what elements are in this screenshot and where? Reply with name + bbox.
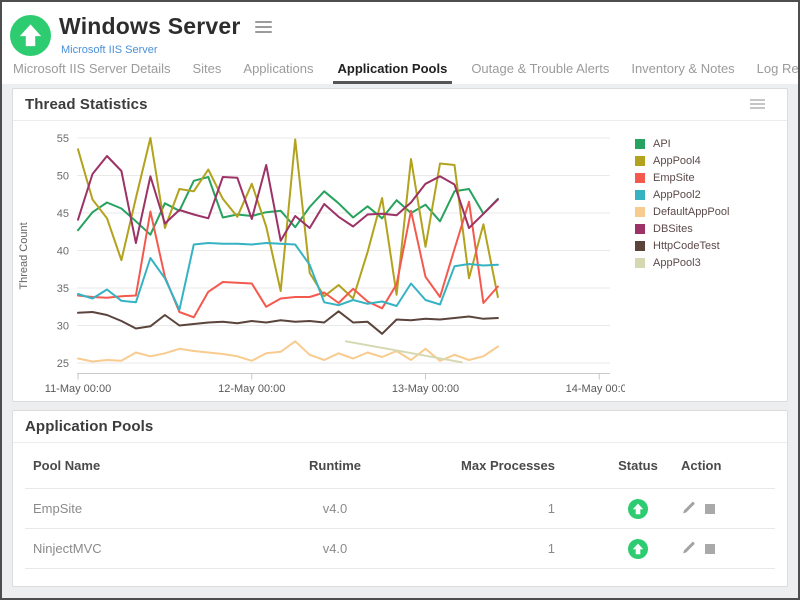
edit-pencil-icon[interactable] <box>681 541 696 556</box>
application-pools-panel: Application Pools Pool NameRuntimeMax Pr… <box>12 410 788 587</box>
legend-swatch-icon <box>635 224 645 234</box>
table-row: NinjectMVCv4.01 <box>25 529 775 569</box>
column-header-status: Status <box>605 458 671 473</box>
legend-item-AppPool4[interactable]: AppPool4 <box>635 152 729 169</box>
chart-menu-icon[interactable] <box>750 97 765 111</box>
legend-swatch-icon <box>635 241 645 251</box>
x-tick-label: 11-May 00:00 <box>45 383 111 395</box>
y-tick-label: 55 <box>57 133 69 145</box>
series-line-HttpCodeTest <box>78 311 498 334</box>
monitor-header: Windows Server Microsoft IIS Server <box>2 2 798 60</box>
legend-item-API[interactable]: API <box>635 135 729 152</box>
legend-item-DBSites[interactable]: DBSites <box>635 220 729 237</box>
legend-swatch-icon <box>635 139 645 149</box>
legend-item-AppPool3[interactable]: AppPool3 <box>635 254 729 271</box>
column-header-max-processes: Max Processes <box>405 458 555 473</box>
monitor-status-up-icon <box>10 15 51 56</box>
status-cell <box>605 499 671 519</box>
status-up-icon <box>628 539 648 559</box>
status-cell <box>605 539 671 559</box>
x-tick-label: 13-May 00:00 <box>392 383 459 395</box>
tab-microsoft-iis-server-details[interactable]: Microsoft IIS Server Details <box>10 60 174 81</box>
application-pools-header: Application Pools <box>13 411 787 443</box>
x-tick-label: 12-May 00:00 <box>218 383 285 395</box>
column-header-runtime: Runtime <box>265 458 405 473</box>
chart-plot-area: 25 30 35 40 45 50 55 11-May 00:00 12-May 00:00 13… <box>13 123 625 399</box>
legend-swatch-icon <box>635 190 645 200</box>
edit-pencil-icon[interactable] <box>681 501 696 516</box>
thread-statistics-chart: 25 30 35 40 45 50 55 11-May 00:00 12-May 00:00 13… <box>13 121 787 401</box>
series-line-AppPool2 <box>78 243 498 310</box>
max-processes-cell: 1 <box>405 541 555 556</box>
stop-square-icon[interactable] <box>705 504 715 514</box>
tab-outage-trouble-alerts[interactable]: Outage & Trouble Alerts <box>468 60 612 81</box>
table-header-row: Pool NameRuntimeMax Processes StatusActio… <box>25 443 775 489</box>
column-header-action: Action <box>671 458 775 473</box>
pool-name-cell: EmpSite <box>25 501 265 516</box>
thread-statistics-title: Thread Statistics <box>25 96 148 113</box>
column-header-pool-name: Pool Name <box>25 458 265 473</box>
monitor-type-link[interactable]: Microsoft IIS Server <box>61 44 158 56</box>
action-cell <box>671 501 775 516</box>
y-tick-label: 45 <box>57 208 69 220</box>
legend-label: EmpSite <box>653 172 695 184</box>
action-cell <box>671 541 775 556</box>
max-processes-cell: 1 <box>405 501 555 516</box>
y-tick-label: 50 <box>57 171 69 183</box>
tab-application-pools[interactable]: Application Pools <box>333 60 453 84</box>
chart-legend: API AppPool4 EmpSite AppPool2 DefaultAppPool… <box>635 135 729 271</box>
app-window: Windows Server Microsoft IIS Server Micr… <box>0 0 800 600</box>
series-line-DefaultAppPool <box>78 341 498 361</box>
legend-label: HttpCodeTest <box>653 240 720 252</box>
x-tick-label: 14-May 00:00 <box>566 383 625 395</box>
legend-label: AppPool2 <box>653 189 701 201</box>
legend-swatch-icon <box>635 173 645 183</box>
legend-item-HttpCodeTest[interactable]: HttpCodeTest <box>635 237 729 254</box>
pool-name-cell: NinjectMVC <box>25 541 265 556</box>
legend-label: API <box>653 138 671 150</box>
runtime-cell: v4.0 <box>265 541 405 556</box>
legend-item-AppPool2[interactable]: AppPool2 <box>635 186 729 203</box>
table-row: EmpSitev4.01 <box>25 489 775 529</box>
tab-bar: Microsoft IIS Server Details Sites Applica… <box>2 60 798 84</box>
series-line-AppPool3 <box>346 341 462 362</box>
status-up-icon <box>628 499 648 519</box>
y-tick-label: 40 <box>57 246 69 258</box>
tab-inventory-notes[interactable]: Inventory & Notes <box>628 60 737 81</box>
legend-swatch-icon <box>635 156 645 166</box>
application-pools-title: Application Pools <box>25 418 153 435</box>
legend-label: AppPool3 <box>653 257 701 269</box>
title-menu-icon[interactable] <box>255 18 272 36</box>
y-axis-label: Thread Count <box>18 222 30 289</box>
runtime-cell: v4.0 <box>265 501 405 516</box>
y-tick-label: 35 <box>57 283 69 295</box>
page-title: Windows Server <box>59 13 241 40</box>
legend-item-DefaultAppPool[interactable]: DefaultAppPool <box>635 203 729 220</box>
tab-applications[interactable]: Applications <box>240 60 316 81</box>
thread-statistics-panel: Thread Statistics 25 30 35 40 45 50 55 11-May 0… <box>12 88 788 402</box>
thread-statistics-header: Thread Statistics <box>13 89 787 121</box>
tab-log-report[interactable]: Log Report <box>754 60 800 81</box>
legend-swatch-icon <box>635 207 645 217</box>
tab-sites[interactable]: Sites <box>190 60 225 81</box>
page-body: Thread Statistics 25 30 35 40 45 50 55 11-May 0… <box>2 84 798 587</box>
y-tick-label: 25 <box>57 358 69 370</box>
stop-square-icon[interactable] <box>705 544 715 554</box>
y-tick-label: 30 <box>57 321 69 333</box>
application-pools-table: Pool NameRuntimeMax Processes StatusActio… <box>13 443 787 583</box>
legend-label: DefaultAppPool <box>653 206 729 218</box>
series-line-DBSites <box>78 156 498 243</box>
legend-item-EmpSite[interactable]: EmpSite <box>635 169 729 186</box>
legend-swatch-icon <box>635 258 645 268</box>
legend-label: AppPool4 <box>653 155 701 167</box>
legend-label: DBSites <box>653 223 693 235</box>
